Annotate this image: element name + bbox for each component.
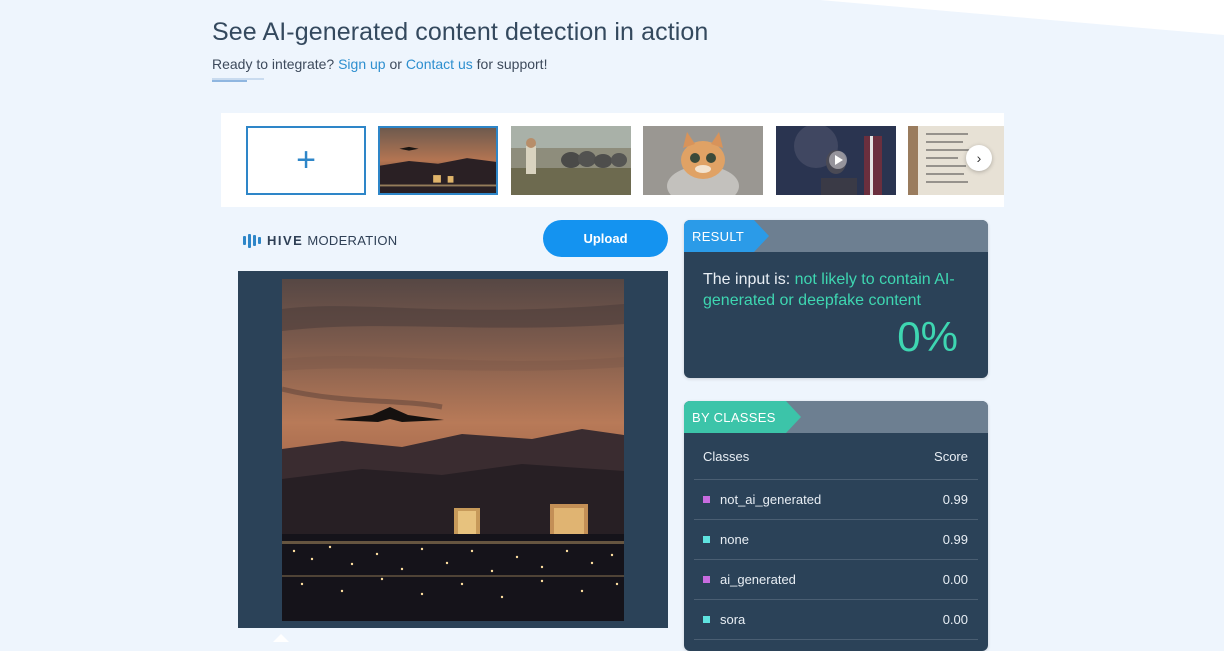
title-underline [212,78,264,82]
class-name: ai_generated [720,572,796,587]
hive-moderation-logo: HIVE MODERATION [243,233,398,248]
contact-link[interactable]: Contact us [406,56,473,72]
chevron-right-icon: › [976,150,982,166]
add-image-button[interactable]: + [246,126,366,195]
class-color-swatch [703,496,710,503]
page-header: See AI-generated content detection in ac… [212,18,708,72]
result-tag: RESULT [684,220,770,252]
class-name: sora [720,612,746,627]
podium-speech-image [776,126,896,195]
table-row: sora 0.00 [694,600,978,640]
class-color-swatch [703,616,710,623]
table-row: not_ai_generated 0.99 [694,480,978,520]
thumbnail-elephants[interactable] [511,126,631,195]
result-prefix: The input is: [703,271,791,288]
result-card: RESULT The input is: not likely to conta… [684,220,988,378]
preview-image-bomber [282,279,624,621]
class-color-swatch [703,536,710,543]
upload-button[interactable]: Upload [543,220,668,257]
score-column-header: Score [934,448,968,464]
page-subtitle: Ready to integrate? Sign up or Contact u… [212,56,708,72]
classes-table-header: Classes Score [694,433,978,480]
result-card-header: RESULT [684,220,988,252]
class-color-swatch [703,576,710,583]
thumbnail-stealth-bomber[interactable] [378,126,498,195]
logo-hive: HIVE [267,233,304,248]
classes-column-header: Classes [703,448,750,464]
classes-card-header: BY CLASSES [684,401,988,433]
preview-pointer [273,634,289,642]
class-name: not_ai_generated [720,492,822,507]
class-score: 0.00 [942,572,968,587]
class-score: 0.99 [942,532,968,547]
classes-tag: BY CLASSES [684,401,801,433]
result-description: The input is: not likely to contain AI-g… [703,269,973,311]
plus-icon: + [296,141,316,179]
result-percentage: 0% [897,313,958,360]
bomber-sunset-image [380,128,496,193]
thumbnail-next-button[interactable]: › [966,145,992,171]
cat-hoodie-image [643,126,763,195]
classes-table: Classes Score not_ai_generated 0.99 none… [694,433,978,640]
subtitle-suffix: for support! [476,56,548,72]
sample-thumbnail-strip: + [221,113,1004,207]
class-score: 0.99 [942,492,968,507]
elephants-painting-image [511,126,631,195]
thumbnail-cat[interactable] [643,126,763,195]
table-row: none 0.99 [694,520,978,560]
thumbnail-podium[interactable] [776,126,896,195]
subtitle-prefix: Ready to integrate? [212,56,335,72]
image-preview-panel [238,271,668,628]
class-score: 0.00 [942,612,968,627]
signup-link[interactable]: Sign up [338,56,385,72]
class-name: none [720,532,749,547]
hive-logo-icon [243,233,261,248]
subtitle-or: or [389,56,402,72]
by-classes-card: BY CLASSES Classes Score not_ai_generate… [684,401,988,651]
page-title: See AI-generated content detection in ac… [212,18,709,46]
logo-moderation: MODERATION [307,233,398,248]
table-row: ai_generated 0.00 [694,560,978,600]
